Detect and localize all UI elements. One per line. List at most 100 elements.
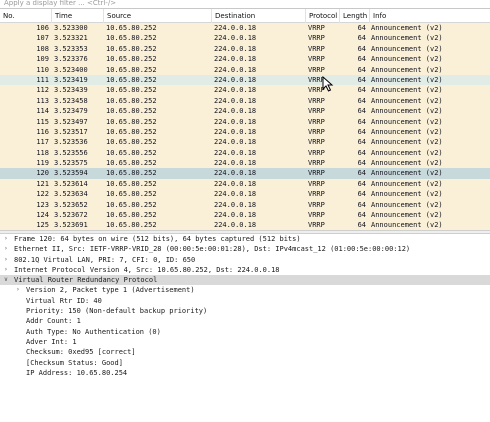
packet-row[interactable]: 117 3.523536 10.65.80.252 224.0.0.18 VRRP 64 A… (0, 137, 490, 148)
cell-length: 64 (357, 138, 366, 147)
cell-length: 64 (357, 190, 366, 199)
cell-no: 117 (36, 138, 49, 147)
packet-row[interactable]: 112 3.523439 10.65.80.252 224.0.0.18 VRRP 64 A… (0, 85, 490, 96)
packet-list[interactable]: No. Time Source Destination Protocol Len… (0, 9, 490, 230)
packet-row[interactable]: 106 3.523300 10.65.80.252 224.0.0.18 VRRP 64 A… (0, 23, 490, 34)
detail-tree-item[interactable]: IP Address: 10.65.80.254 (0, 368, 490, 378)
cell-no: 113 (36, 96, 49, 105)
cell-no: 110 (36, 65, 49, 74)
cell-time: 3.523536 (54, 138, 88, 147)
detail-tree-item[interactable]: › Frame 120: 64 bytes on wire (512 bits),… (0, 234, 490, 244)
cell-length: 64 (357, 34, 366, 43)
packet-row[interactable]: 119 3.523575 10.65.80.252 224.0.0.18 VRRP 64 A… (0, 158, 490, 169)
detail-tree-item[interactable]: Adver Int: 1 (0, 337, 490, 347)
cell-info: Announcement (v2) (371, 107, 443, 116)
packet-row[interactable]: 123 3.523652 10.65.80.252 224.0.0.18 VRRP 64 A… (0, 199, 490, 211)
cell-no: 115 (36, 117, 49, 126)
cell-protocol: VRRP (308, 34, 325, 43)
packet-row[interactable]: 125 3.523691 10.65.80.252 224.0.0.18 VRRP 64 A… (0, 220, 490, 230)
detail-tree-label: Priority: 150 (Non-default backup priori… (26, 307, 208, 316)
cell-source: 10.65.80.252 (106, 117, 157, 126)
packet-row[interactable]: 120 3.523594 10.65.80.252 224.0.0.18 VRRP 64 A… (0, 168, 490, 179)
cell-destination: 224.0.0.18 (214, 190, 257, 199)
expand-down-icon[interactable]: ∨ (2, 275, 10, 285)
detail-tree-label: IP Address: 10.65.80.254 (26, 368, 128, 377)
cell-length: 64 (357, 86, 366, 95)
column-header-time[interactable]: Time (52, 9, 104, 23)
column-header-no[interactable]: No. (0, 9, 52, 23)
cell-protocol: VRRP (308, 96, 325, 105)
expand-right-icon[interactable]: › (2, 265, 10, 275)
cell-time: 3.523614 (54, 179, 88, 188)
column-header-destination[interactable]: Destination (212, 9, 306, 23)
detail-tree-item[interactable]: › Ethernet II, Src: IETF-VRRP-VRID_28 (00… (0, 244, 490, 254)
cell-protocol: VRRP (308, 55, 325, 64)
cell-destination: 224.0.0.18 (214, 55, 257, 64)
detail-tree-item[interactable]: › Version 2, Packet type 1 (Advertisement… (0, 285, 490, 295)
detail-tree-item[interactable]: › Internet Protocol Version 4, Src: 10.65… (0, 265, 490, 275)
detail-tree-item[interactable]: › 802.1Q Virtual LAN, PRI: 7, CFI: 0, ID:… (0, 255, 490, 265)
packet-row[interactable]: 115 3.523497 10.65.80.252 224.0.0.18 VRRP 64 A… (0, 116, 490, 127)
packet-row[interactable]: 111 3.523419 10.65.80.252 224.0.0.18 VRRP 64 A… (0, 74, 490, 86)
detail-tree-label: Version 2, Packet type 1 (Advertisement) (26, 286, 195, 295)
cell-length: 64 (357, 24, 366, 32)
column-header-info[interactable]: Info (370, 9, 490, 23)
packet-row[interactable]: 109 3.523376 10.65.80.252 224.0.0.18 VRRP 64 A… (0, 54, 490, 65)
cell-protocol: VRRP (308, 24, 325, 32)
packet-row[interactable]: 108 3.523353 10.65.80.252 224.0.0.18 VRRP 64 A… (0, 43, 490, 55)
detail-tree-item[interactable]: Checksum: 0xed95 [correct] (0, 347, 490, 357)
packet-row[interactable]: 121 3.523614 10.65.80.252 224.0.0.18 VRRP 64 A… (0, 178, 490, 190)
cell-no: 122 (36, 190, 49, 199)
cell-destination: 224.0.0.18 (214, 148, 257, 157)
expand-right-icon[interactable]: › (2, 255, 10, 265)
packet-list-header: No. Time Source Destination Protocol Len… (0, 9, 490, 23)
column-header-source[interactable]: Source (104, 9, 212, 23)
cell-no: 114 (36, 107, 49, 116)
cell-time: 3.523556 (54, 148, 88, 157)
cell-info: Announcement (v2) (371, 117, 443, 126)
packet-row[interactable]: 107 3.523321 10.65.80.252 224.0.0.18 VRRP 64 A… (0, 33, 490, 44)
detail-tree-item[interactable]: Virtual Rtr ID: 40 (0, 296, 490, 306)
detail-tree-label: Virtual Router Redundancy Protocol (14, 276, 158, 285)
cell-length: 64 (357, 179, 366, 188)
packet-row[interactable]: 118 3.523556 10.65.80.252 224.0.0.18 VRRP 64 A… (0, 147, 490, 159)
column-header-length[interactable]: Length (340, 9, 370, 23)
cell-info: Announcement (v2) (371, 190, 443, 199)
detail-tree-item[interactable]: Priority: 150 (Non-default backup priori… (0, 306, 490, 316)
cell-info: Announcement (v2) (371, 200, 443, 209)
cell-length: 64 (357, 65, 366, 74)
cell-protocol: VRRP (308, 179, 325, 188)
detail-tree-item[interactable]: [Checksum Status: Good] (0, 358, 490, 368)
display-filter-input[interactable] (0, 0, 490, 8)
packet-row[interactable]: 110 3.523400 10.65.80.252 224.0.0.18 VRRP 64 A… (0, 64, 490, 75)
cell-time: 3.523691 (54, 221, 88, 230)
packet-row[interactable]: 124 3.523672 10.65.80.252 224.0.0.18 VRRP 64 A… (0, 210, 490, 221)
packet-row[interactable]: 122 3.523634 10.65.80.252 224.0.0.18 VRRP 64 A… (0, 189, 490, 200)
expand-right-icon[interactable]: › (14, 285, 22, 295)
cell-destination: 224.0.0.18 (214, 107, 257, 116)
packet-details-tree: › Frame 120: 64 bytes on wire (512 bits),… (0, 234, 490, 378)
packet-row[interactable]: 113 3.523458 10.65.80.252 224.0.0.18 VRRP 64 A… (0, 95, 490, 107)
cell-info: Announcement (v2) (371, 44, 443, 53)
packet-details-pane[interactable]: › Frame 120: 64 bytes on wire (512 bits),… (0, 234, 490, 422)
packet-row[interactable]: 116 3.523517 10.65.80.252 224.0.0.18 VRRP 64 A… (0, 126, 490, 138)
cell-info: Announcement (v2) (371, 179, 443, 188)
cell-destination: 224.0.0.18 (214, 138, 257, 147)
detail-tree-item[interactable]: ∨ Virtual Router Redundancy Protocol (0, 275, 490, 286)
cell-no: 119 (36, 159, 49, 168)
expand-right-icon[interactable]: › (2, 234, 10, 244)
detail-tree-label: [Checksum Status: Good] (26, 358, 123, 367)
cell-no: 112 (36, 86, 49, 95)
expand-right-icon[interactable]: › (2, 244, 10, 254)
detail-tree-item[interactable]: Auth Type: No Authentication (0) (0, 327, 490, 337)
cell-no: 109 (36, 55, 49, 64)
cell-destination: 224.0.0.18 (214, 169, 257, 178)
cell-source: 10.65.80.252 (106, 34, 157, 43)
detail-tree-item[interactable]: Addr Count: 1 (0, 316, 490, 326)
packet-row[interactable]: 114 3.523479 10.65.80.252 224.0.0.18 VRRP 64 A… (0, 106, 490, 117)
cell-protocol: VRRP (308, 86, 325, 95)
column-header-protocol[interactable]: Protocol (306, 9, 340, 23)
